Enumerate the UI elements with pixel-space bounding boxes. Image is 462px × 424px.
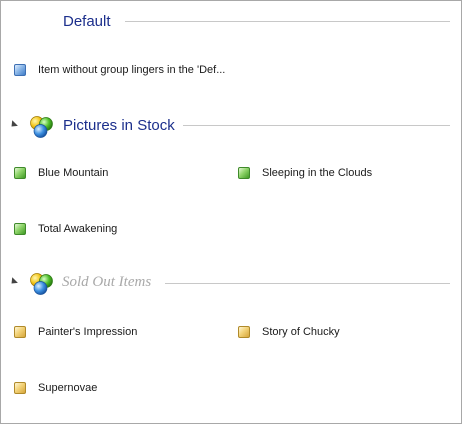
group-title: Pictures in Stock (63, 117, 175, 134)
expanded-triangle-icon[interactable] (8, 120, 18, 130)
item-green-square-icon (238, 167, 250, 179)
group-divider (125, 21, 450, 22)
group-balls-icon (30, 273, 53, 295)
expanded-triangle-icon[interactable] (8, 277, 18, 287)
item-blue-square-icon (14, 64, 26, 76)
item-label: Item without group lingers in the 'Def..… (38, 64, 226, 76)
item-yellow-square-icon (238, 326, 250, 338)
group-title: Sold Out Items (62, 274, 152, 290)
item-green-square-icon (14, 167, 26, 179)
item-label: Sleeping in the Clouds (262, 167, 373, 179)
group-header-default[interactable]: Default (1, 11, 461, 35)
item-yellow-square-icon (14, 382, 26, 394)
group-header-pictures-in-stock[interactable]: Pictures in Stock (1, 114, 461, 138)
listview-panel: Default Item without group lingers in th… (0, 0, 462, 424)
item-label: Total Awakening (38, 223, 118, 235)
group-divider (165, 283, 450, 284)
item-green-square-icon (14, 223, 26, 235)
item-label: Blue Mountain (38, 167, 109, 179)
item-label: Story of Chucky (262, 326, 340, 338)
item-yellow-square-icon (14, 326, 26, 338)
group-header-sold-out-items[interactable]: Sold Out Items (1, 271, 461, 295)
group-balls-icon (30, 116, 53, 138)
item-label: Painter's Impression (38, 326, 138, 338)
group-divider (183, 125, 450, 126)
item-label: Supernovae (38, 382, 98, 394)
group-title: Default (63, 13, 111, 30)
